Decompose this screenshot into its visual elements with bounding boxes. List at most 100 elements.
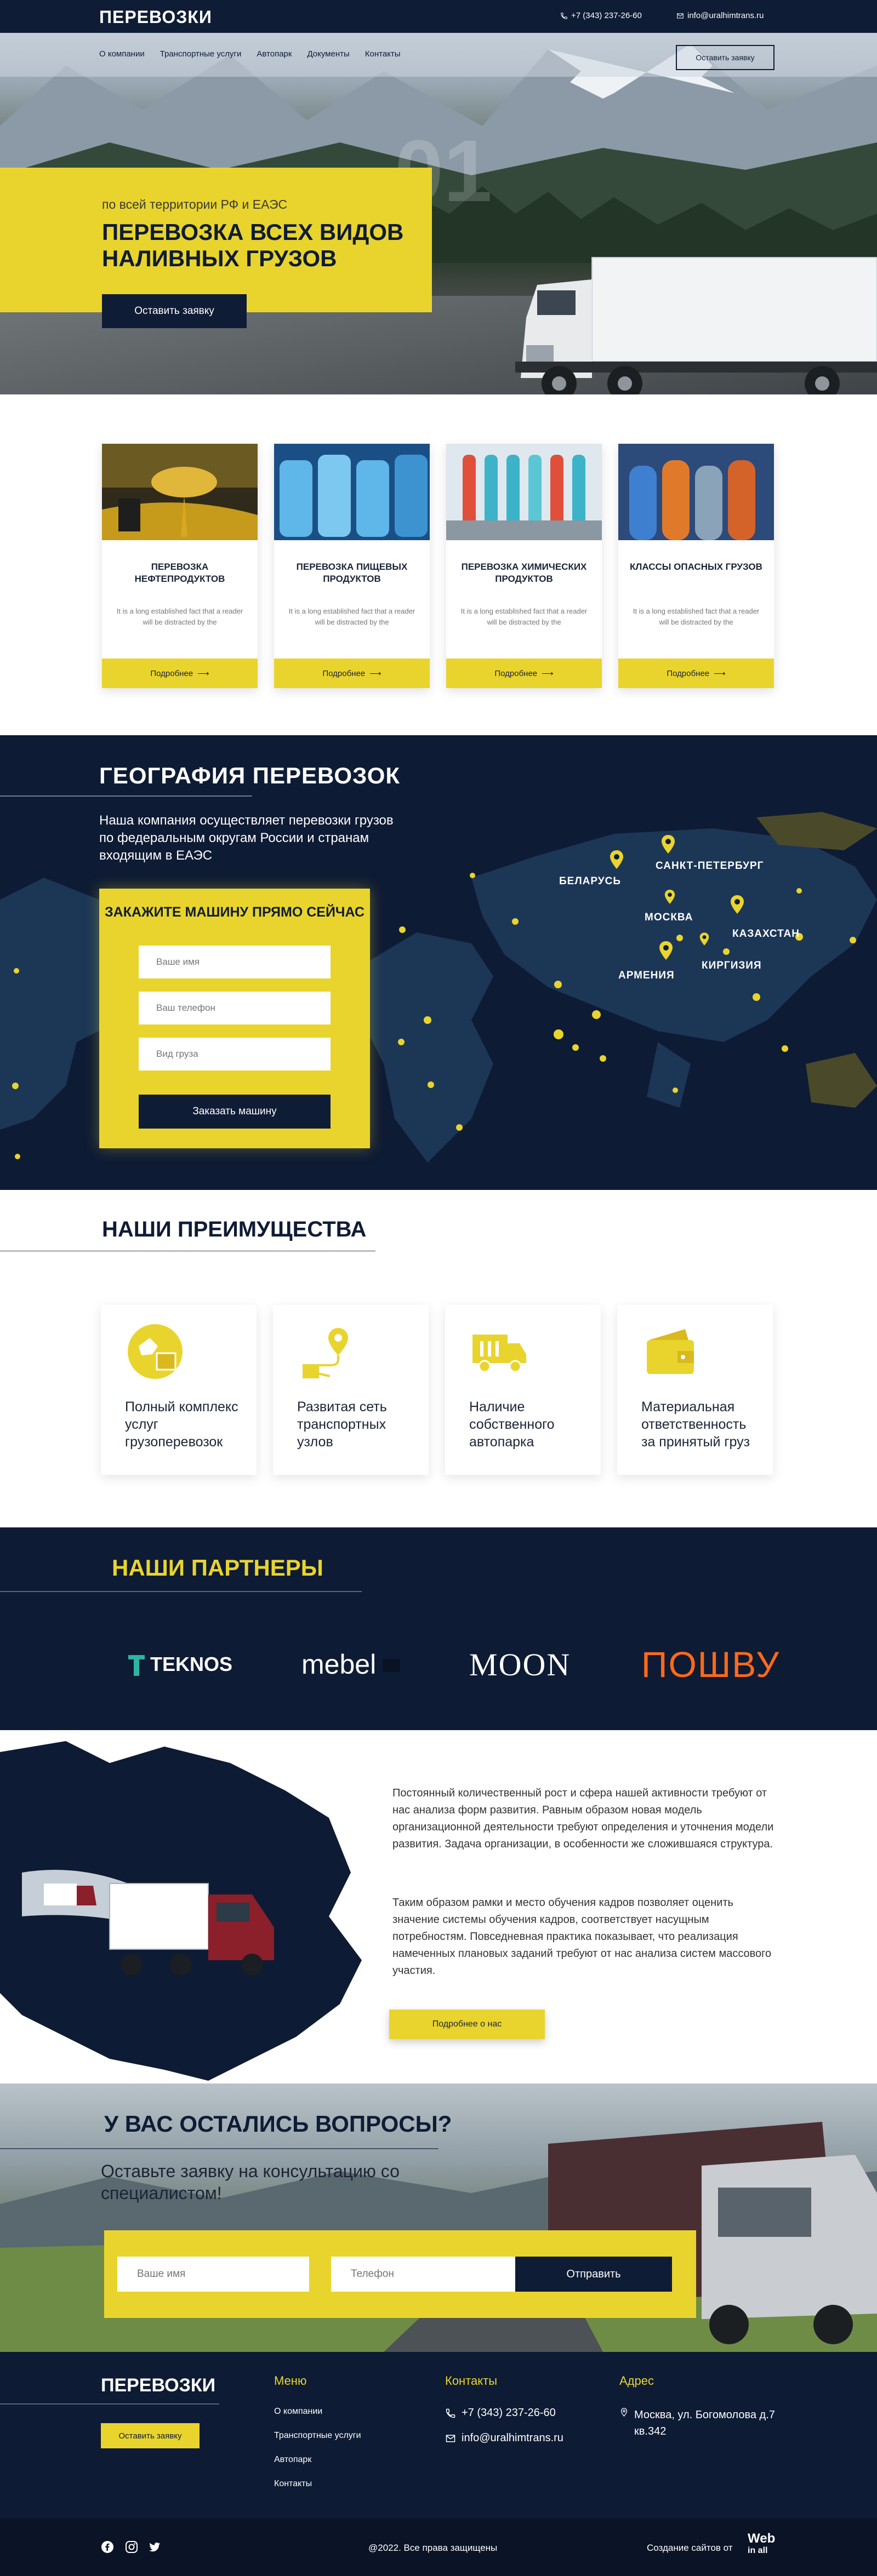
services-section: ПЕРЕВОЗКА НЕФТЕПРОДУКТОВ It is a long es…	[0, 394, 877, 735]
nav-item-transport[interactable]: Транспортные услуги	[160, 49, 242, 59]
consultation-form: Отправить	[104, 2230, 696, 2318]
about-paragraph-2: Таким образом рамки и место обучения кад…	[392, 1897, 772, 1977]
service-more-button[interactable]: Подробнее ⟶	[618, 659, 774, 688]
advantage-text: Развитая сеть транспортных узлов	[297, 1399, 387, 1450]
title-underline	[0, 2148, 438, 2149]
advantage-card: Материальная ответственность за принятый…	[617, 1305, 773, 1475]
service-text: It is a long established fact that a rea…	[116, 607, 243, 626]
order-car-button[interactable]: Заказать машину	[139, 1095, 331, 1129]
twitter-icon[interactable]	[148, 2540, 161, 2554]
footer-link-contacts[interactable]: Контакты	[274, 2479, 312, 2489]
footer-request-button[interactable]: Оставить заявку	[101, 2423, 200, 2448]
questions-subtitle: Оставьте заявку на консультацию со специ…	[101, 2161, 400, 2203]
title-underline	[0, 1250, 375, 1252]
hero-request-button[interactable]: Оставить заявку	[102, 294, 247, 328]
partner-name: TEKNOS	[150, 1653, 233, 1675]
city-saint-petersburg: САНКТ-ПЕТЕРБУРГ	[656, 860, 764, 872]
title-underline	[0, 1591, 362, 1592]
name-input[interactable]	[139, 946, 331, 978]
partners-section: НАШИ ПАРТНЕРЫ TEKNOS mebel MOON ПОШВУ	[0, 1527, 877, 1730]
gas-cylinders-image	[618, 444, 774, 540]
wallet-icon	[647, 1329, 694, 1374]
service-more-button[interactable]: Подробнее ⟶	[446, 659, 602, 688]
partner-logo-teknos[interactable]: TEKNOS	[127, 1642, 232, 1686]
mebel-mark-icon	[383, 1659, 401, 1672]
instagram-icon[interactable]	[125, 2540, 138, 2554]
truck-icon	[472, 1335, 526, 1373]
partner-logo-moon[interactable]: MOON	[469, 1642, 571, 1686]
teknos-mark-icon	[128, 1655, 145, 1676]
route-icon	[303, 1328, 348, 1378]
footer-link-transport[interactable]: Транспортные услуги	[274, 2431, 361, 2441]
service-title: ПЕРЕВОЗКА ПИЩЕВЫХ ПРОДУКТОВ	[296, 562, 408, 584]
partner-logo-mebel[interactable]: mebel	[301, 1642, 402, 1686]
map-pin-icon[interactable]	[730, 895, 744, 914]
nav-item-about[interactable]: О компании	[99, 49, 145, 59]
water-bottles-image	[274, 444, 430, 540]
footer-logo[interactable]: ПЕРЕВОЗКИ	[101, 2375, 215, 2396]
advantage-card: Развитая сеть транспортных узлов	[273, 1305, 429, 1475]
nav-item-fleet[interactable]: Автопарк	[257, 49, 292, 59]
header-phone[interactable]: +7 (343) 237-26-60	[560, 11, 642, 20]
cargo-type-input[interactable]	[139, 1038, 331, 1071]
agency-logo[interactable]: Web in all	[748, 2531, 776, 2557]
advantage-card: Наличие собственного автопарка	[445, 1305, 601, 1475]
footer-link-fleet[interactable]: Автопарк	[274, 2455, 311, 2465]
service-title: ПЕРЕВОЗКА ХИМИЧЕСКИХ ПРОДУКТОВ	[461, 562, 587, 584]
map-pin-icon[interactable]	[661, 835, 675, 854]
questions-section: У ВАС ОСТАЛИСЬ ВОПРОСЫ? Оставьте заявку …	[0, 2083, 877, 2352]
service-title: КЛАССЫ ОПАСНЫХ ГРУЗОВ	[630, 562, 762, 572]
service-card-chemical[interactable]: ПЕРЕВОЗКА ХИМИЧЕСКИХ ПРОДУКТОВ It is a l…	[446, 444, 602, 688]
geography-text: Наша компания осуществляет перевозки гру…	[99, 813, 394, 863]
hero-title: ПЕРЕВОЗКА ВСЕХ ВИДОВ НАЛИВНЫХ ГРУЗОВ	[102, 219, 404, 271]
service-text: It is a long established fact that a rea…	[460, 607, 588, 626]
nav-request-button[interactable]: Оставить заявку	[676, 45, 775, 70]
header-email[interactable]: info@uralhimtrans.ru	[676, 11, 764, 20]
nav-item-documents[interactable]: Документы	[307, 49, 349, 59]
city-belarus: БЕЛАРУСЬ	[559, 875, 622, 887]
footer-address: Москва, ул. Богомолова д.7 кв.342	[619, 2407, 784, 2440]
name-input[interactable]	[117, 2257, 309, 2292]
map-pin-icon[interactable]	[699, 932, 709, 946]
service-more-button[interactable]: Подробнее ⟶	[102, 659, 258, 688]
phone-input[interactable]	[331, 2257, 523, 2292]
agency-logo-line2: in all	[748, 2546, 768, 2555]
copyright: @2022. Все права защищены	[368, 2543, 498, 2553]
city-armenia: АРМЕНИЯ	[618, 970, 675, 981]
more-label: Подробнее	[150, 668, 193, 678]
more-label: Подробнее	[667, 668, 710, 678]
partner-logo-poshvu[interactable]: ПОШВУ	[641, 1642, 780, 1686]
mail-icon	[446, 2434, 455, 2442]
service-card-hazard[interactable]: КЛАССЫ ОПАСНЫХ ГРУЗОВ It is a long estab…	[618, 444, 774, 688]
order-form-title: ЗАКАЖИТЕ МАШИНУ ПРЯМО СЕЙЧАС	[105, 905, 365, 920]
advantage-card: Полный комплекс услуг грузоперевозок	[101, 1305, 257, 1475]
arrow-right-icon: ⟶	[542, 669, 554, 678]
globe-box-icon	[128, 1324, 183, 1379]
footer-link-about[interactable]: О компании	[274, 2407, 322, 2417]
footer-email[interactable]: info@uralhimtrans.ru	[445, 2432, 563, 2445]
service-text: It is a long established fact that a rea…	[288, 607, 415, 626]
created-by: Создание сайтов от	[647, 2543, 733, 2553]
footer-email-text: info@uralhimtrans.ru	[462, 2432, 563, 2444]
about-more-button[interactable]: Подробнее о нас	[389, 2010, 545, 2039]
map-pin-icon[interactable]	[659, 941, 673, 960]
arrow-right-icon: ⟶	[714, 669, 726, 678]
questions-title: У ВАС ОСТАЛИСЬ ВОПРОСЫ?	[104, 2111, 452, 2137]
partner-name: mebel	[301, 1649, 377, 1680]
agency-logo-line1: Web	[748, 2531, 776, 2546]
top-bar: ПЕРЕВОЗКИ +7 (343) 237-26-60 info@uralhi…	[0, 0, 877, 33]
header-phone-text: +7 (343) 237-26-60	[571, 11, 642, 20]
map-pin-icon[interactable]	[664, 890, 675, 904]
map-pin-icon[interactable]	[610, 850, 624, 869]
service-more-button[interactable]: Подробнее ⟶	[274, 659, 430, 688]
submit-button[interactable]: Отправить	[515, 2257, 672, 2292]
service-card-food[interactable]: ПЕРЕВОЗКА ПИЩЕВЫХ ПРОДУКТОВ It is a long…	[274, 444, 430, 688]
logo[interactable]: ПЕРЕВОЗКИ	[99, 7, 212, 27]
phone-input[interactable]	[139, 992, 331, 1024]
about-section: Постоянный количественный рост и сфера н…	[0, 1730, 877, 2083]
nav-item-contacts[interactable]: Контакты	[365, 49, 401, 59]
facebook-icon[interactable]	[101, 2540, 114, 2554]
service-card-oil[interactable]: ПЕРЕВОЗКА НЕФТЕПРОДУКТОВ It is a long es…	[102, 444, 258, 688]
title-underline	[0, 795, 252, 797]
footer-phone[interactable]: +7 (343) 237-26-60	[445, 2407, 556, 2419]
